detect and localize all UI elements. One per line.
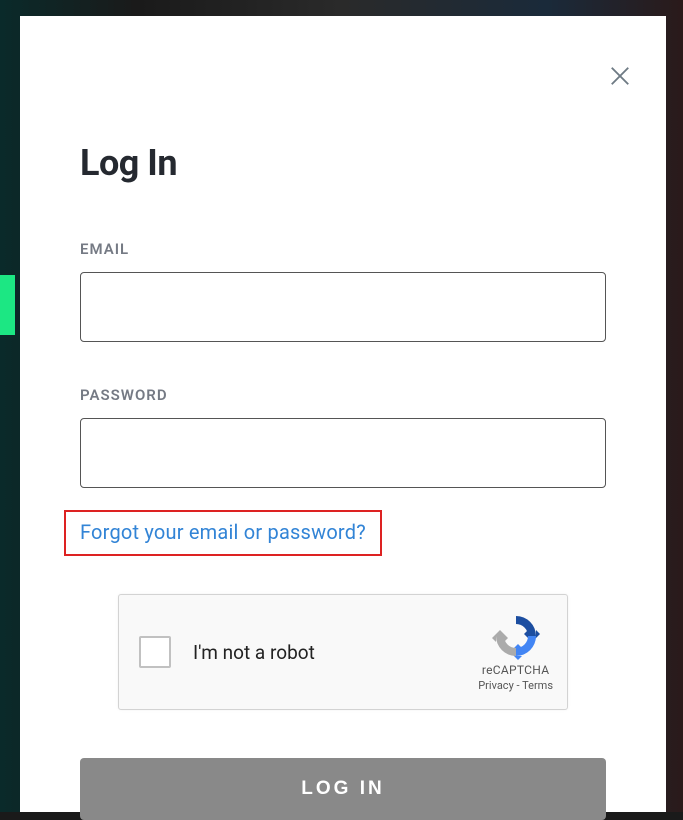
login-submit-button[interactable]: LOG IN bbox=[80, 758, 606, 820]
email-input[interactable] bbox=[80, 272, 606, 342]
recaptcha-icon bbox=[492, 612, 540, 660]
login-modal: Log In EMAIL PASSWORD Forgot your email … bbox=[20, 16, 666, 812]
recaptcha-branding: reCAPTCHA Privacy - Terms bbox=[478, 612, 553, 692]
recaptcha-brand-text: reCAPTCHA bbox=[482, 663, 550, 677]
recaptcha-terms-link[interactable]: Terms bbox=[522, 679, 553, 692]
modal-title: Log In bbox=[80, 142, 606, 184]
email-label: EMAIL bbox=[80, 240, 606, 258]
close-icon bbox=[609, 65, 631, 87]
forgot-password-link[interactable]: Forgot your email or password? bbox=[80, 520, 366, 544]
forgot-link-highlight: Forgot your email or password? bbox=[64, 510, 382, 556]
recaptcha-label: I'm not a robot bbox=[193, 641, 478, 664]
recaptcha-widget: I'm not a robot reCAPTCHA Privacy - Term… bbox=[118, 594, 568, 710]
recaptcha-separator: - bbox=[514, 679, 522, 692]
recaptcha-checkbox[interactable] bbox=[139, 636, 171, 668]
password-label: PASSWORD bbox=[80, 386, 606, 404]
recaptcha-legal-links: Privacy - Terms bbox=[478, 679, 553, 692]
close-button[interactable] bbox=[608, 64, 632, 88]
password-input[interactable] bbox=[80, 418, 606, 488]
recaptcha-privacy-link[interactable]: Privacy bbox=[478, 679, 514, 692]
